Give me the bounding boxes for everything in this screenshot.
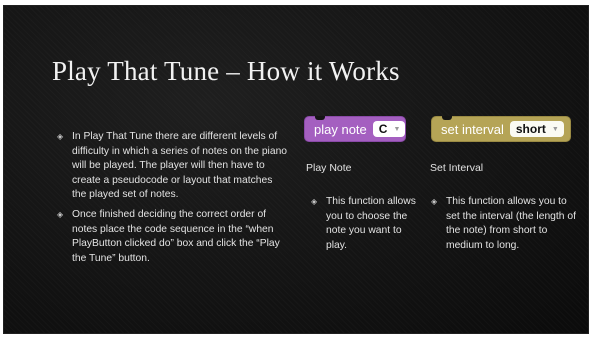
triangle-down-icon: ▼	[551, 125, 559, 133]
bullet-item: ◈ Once finished deciding the correct ord…	[56, 208, 288, 266]
diamond-bullet-icon: ◈	[57, 132, 64, 141]
bullet-text: Once finished deciding the correct order…	[72, 208, 280, 264]
bullet-item: ◈ In Play That Tune there are different …	[56, 130, 288, 203]
description-text: This function allows you to set the inte…	[446, 196, 576, 251]
interval-dropdown[interactable]: short ▼	[509, 121, 564, 137]
diamond-bullet-icon: ◈	[57, 209, 64, 219]
bullet-text: In Play That Tune there are different le…	[72, 131, 288, 201]
triangle-down-icon: ▼	[393, 125, 401, 133]
play-note-caption: Play Note	[306, 162, 352, 174]
set-interval-block[interactable]: set interval short ▼	[431, 116, 571, 142]
play-note-block[interactable]: play note C ▼	[304, 116, 406, 142]
diamond-bullet-icon: ◈	[311, 197, 318, 206]
block-notch	[442, 116, 452, 120]
block-notch	[315, 116, 325, 120]
play-note-description: ◈ This function allows you to choose the…	[310, 195, 416, 253]
slide-title: Play That Tune – How it Works	[52, 56, 400, 86]
description-text: This function allows you to choose the n…	[326, 196, 416, 251]
diamond-bullet-icon: ◈	[431, 197, 438, 206]
set-interval-caption: Set Interval	[430, 162, 484, 174]
block-label: play note	[314, 121, 367, 137]
note-dropdown[interactable]: C ▼	[372, 121, 406, 137]
bullet-list: ◈ In Play That Tune there are different …	[56, 130, 288, 271]
set-interval-description: ◈ This function allows you to set the in…	[430, 195, 578, 253]
dropdown-value: C	[378, 122, 388, 136]
dropdown-value: short	[515, 122, 546, 136]
block-label: set interval	[441, 121, 504, 137]
slide: Play That Tune – How it Works ◈ In Play …	[4, 6, 588, 333]
